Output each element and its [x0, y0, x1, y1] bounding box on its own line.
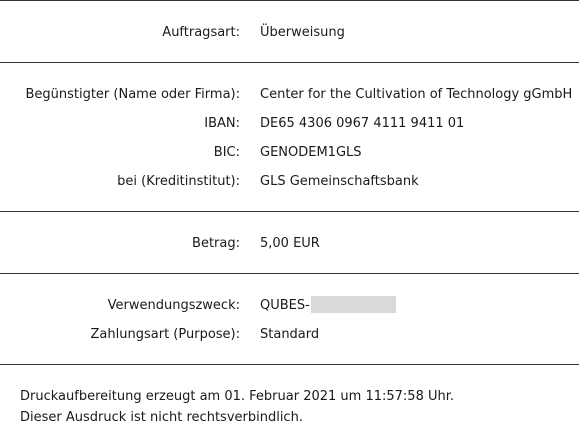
order-type-label: Auftragsart:	[162, 25, 240, 40]
reference-value-wrapper: QUBES-	[260, 296, 396, 316]
iban-label: IBAN:	[204, 116, 240, 131]
iban-value: DE65 4306 0967 4111 9411 01	[260, 116, 465, 131]
amount-value: 5,00 EUR	[260, 236, 320, 251]
iban-row: IBAN: DE65 4306 0967 4111 9411 01	[0, 114, 579, 134]
bic-value: GENODEM1GLS	[260, 145, 362, 160]
amount-label: Betrag:	[192, 236, 240, 251]
bank-label: bei (Kreditinstitut):	[117, 174, 240, 189]
amount-row: Betrag: 5,00 EUR	[0, 234, 579, 254]
footer-generated-text: Druckaufbereitung erzeugt am 01. Februar…	[20, 389, 455, 404]
order-type-row: Auftragsart: Überweisung	[0, 23, 579, 43]
bank-row: bei (Kreditinstitut): GLS Gemeinschaftsb…	[0, 172, 579, 192]
section-divider	[0, 364, 579, 365]
section-divider	[0, 62, 579, 63]
payment-type-row: Zahlungsart (Purpose): Standard	[0, 325, 579, 345]
section-divider	[0, 211, 579, 212]
transfer-printout: Auftragsart: Überweisung Begünstigter (N…	[0, 0, 579, 433]
reference-value: QUBES-	[260, 298, 310, 313]
reference-label: Verwendungszweck:	[107, 298, 240, 313]
bank-value: GLS Gemeinschaftsbank	[260, 174, 419, 189]
section-divider	[0, 273, 579, 274]
payment-type-value: Standard	[260, 327, 320, 342]
beneficiary-name-row: Begünstigter (Name oder Firma): Center f…	[0, 85, 579, 105]
reference-row: Verwendungszweck: QUBES-	[0, 296, 579, 316]
payment-type-label: Zahlungsart (Purpose):	[90, 327, 240, 342]
beneficiary-name-label: Begünstigter (Name oder Firma):	[25, 87, 240, 102]
bic-label: BIC:	[213, 145, 240, 160]
redaction-box	[310, 296, 396, 313]
order-type-value: Überweisung	[260, 25, 345, 40]
bic-row: BIC: GENODEM1GLS	[0, 143, 579, 163]
footer-disclaimer-text: Dieser Ausdruck ist nicht rechtsverbindl…	[20, 410, 303, 425]
beneficiary-name-value: Center for the Cultivation of Technology…	[260, 87, 573, 102]
